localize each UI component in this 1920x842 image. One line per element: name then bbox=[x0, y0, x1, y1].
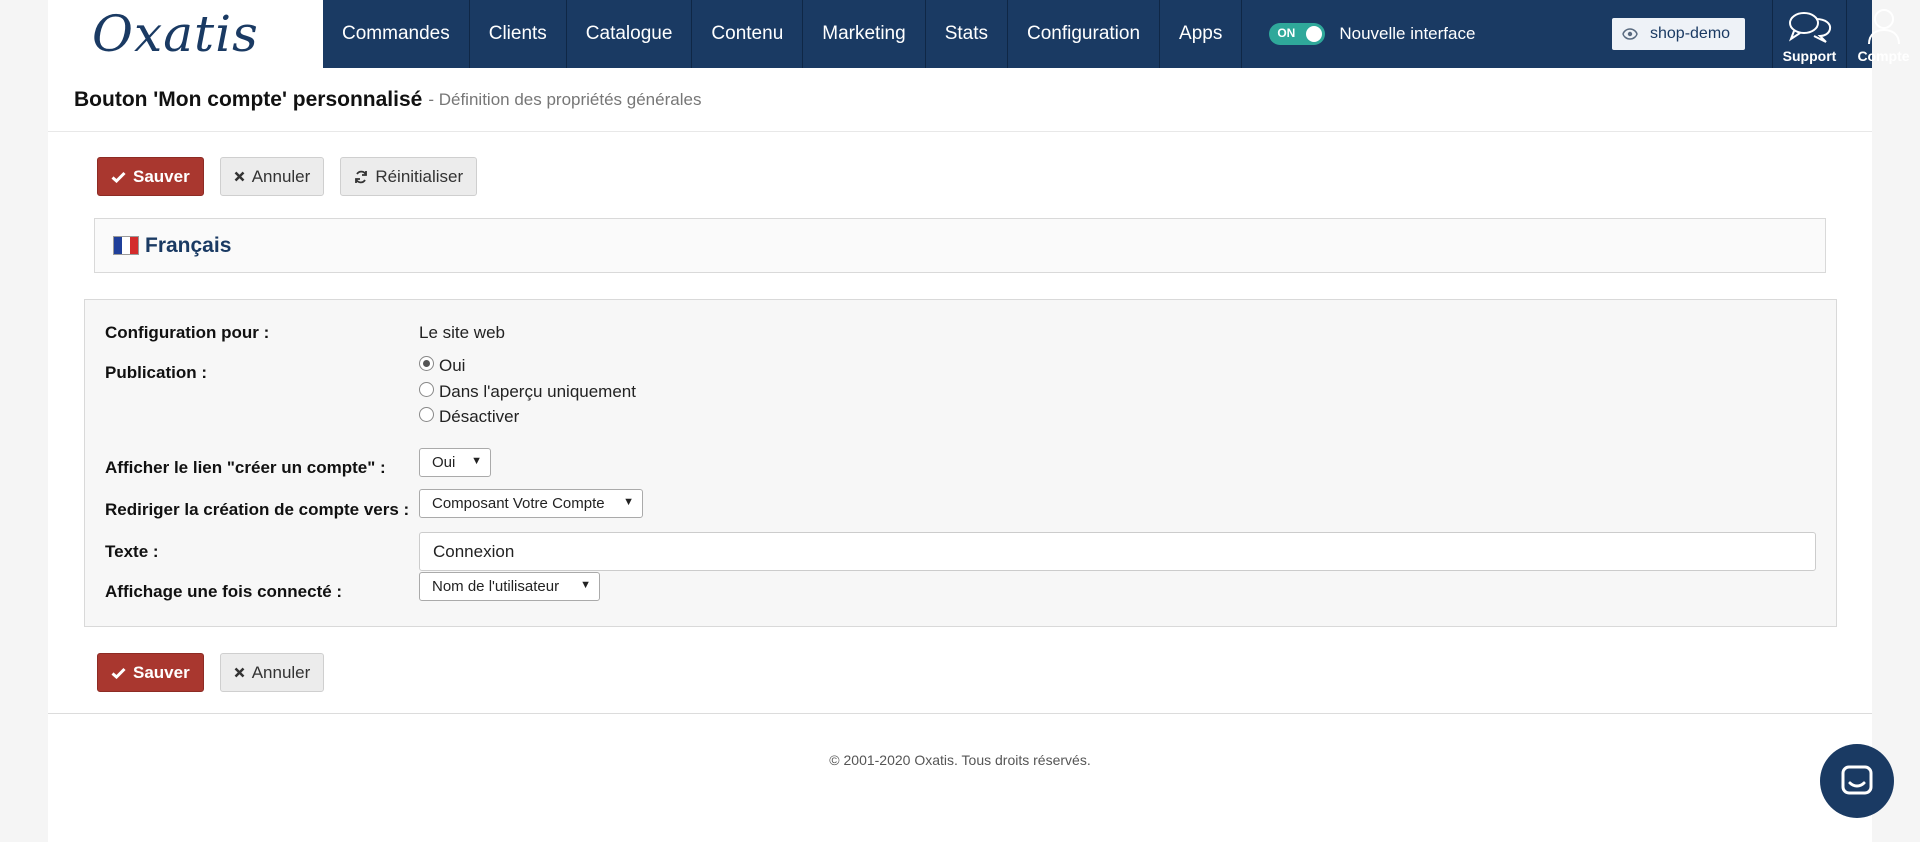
publication-option-label: Désactiver bbox=[439, 407, 520, 426]
close-icon bbox=[234, 667, 245, 678]
publication-option-preview[interactable]: Dans l'aperçu uniquement bbox=[419, 381, 636, 402]
radio-oui[interactable] bbox=[419, 355, 434, 371]
user-icon bbox=[1867, 9, 1900, 45]
redirect-select[interactable]: Composant Votre Compte ▼ bbox=[419, 489, 643, 518]
logo-text: Oxatis bbox=[92, 5, 259, 63]
account-link[interactable]: Compte bbox=[1846, 0, 1920, 68]
top-bar: Oxatis Commandes Clients Catalogue Conte… bbox=[48, 0, 1910, 68]
cancel-button-bottom[interactable]: Annuler bbox=[219, 653, 325, 692]
chat-widget-button[interactable] bbox=[1820, 744, 1894, 818]
save-button-label: Sauver bbox=[133, 662, 190, 682]
chat-bubbles-icon bbox=[1788, 12, 1831, 43]
save-button-bottom[interactable]: Sauver bbox=[97, 653, 204, 692]
redirect-label: Rediriger la création de compte vers : bbox=[105, 500, 410, 519]
main-nav: Commandes Clients Catalogue Contenu Mark… bbox=[323, 0, 1910, 68]
reset-button-label: Réinitialiser bbox=[375, 166, 464, 186]
toggle-label: Nouvelle interface bbox=[1339, 24, 1476, 43]
page-header: Bouton 'Mon compte' personnalisé - Défin… bbox=[48, 68, 1872, 132]
check-icon bbox=[111, 667, 126, 679]
reset-button[interactable]: Réinitialiser bbox=[340, 157, 478, 196]
eye-icon bbox=[1622, 28, 1638, 40]
page: Oxatis Commandes Clients Catalogue Conte… bbox=[48, 0, 1910, 842]
display-value: Nom de l'utilisateur bbox=[432, 578, 560, 595]
nav-configuration[interactable]: Configuration bbox=[1008, 0, 1161, 68]
publication-option-oui[interactable]: Oui bbox=[419, 355, 466, 376]
settings-form: Configuration pour : Le site web Publica… bbox=[84, 299, 1837, 627]
language-section: Français bbox=[94, 218, 1826, 273]
nav-utilities: Support Compte bbox=[1772, 0, 1920, 68]
chat-icon bbox=[1841, 765, 1873, 795]
redirect-value: Composant Votre Compte bbox=[432, 495, 605, 512]
config-value: Le site web bbox=[419, 323, 505, 342]
bottom-action-bar: Sauver Annuler bbox=[97, 653, 325, 692]
page-title: Bouton 'Mon compte' personnalisé bbox=[74, 87, 423, 111]
caret-down-icon: ▼ bbox=[580, 579, 591, 591]
text-label: Texte : bbox=[105, 542, 159, 561]
footer-divider bbox=[48, 713, 1872, 714]
page-subtitle: - Définition des propriétés générales bbox=[428, 89, 702, 109]
radio-preview[interactable] bbox=[419, 381, 434, 397]
nav-contenu[interactable]: Contenu bbox=[692, 0, 804, 68]
check-icon bbox=[111, 171, 126, 183]
toggle-state: ON bbox=[1277, 26, 1296, 40]
account-label: Compte bbox=[1857, 48, 1910, 64]
nav-clients[interactable]: Clients bbox=[470, 0, 567, 68]
france-flag-icon bbox=[113, 236, 139, 255]
text-input[interactable]: Connexion bbox=[419, 532, 1816, 571]
show-link-value: Oui bbox=[432, 454, 456, 471]
cancel-button-label: Annuler bbox=[251, 166, 311, 186]
caret-down-icon: ▼ bbox=[471, 455, 482, 467]
nav-catalogue[interactable]: Catalogue bbox=[567, 0, 693, 68]
support-label: Support bbox=[1782, 48, 1837, 64]
publication-option-disable[interactable]: Désactiver bbox=[419, 406, 520, 427]
top-action-bar: Sauver Annuler Réinitialiser bbox=[97, 157, 478, 196]
publication-option-label: Dans l'aperçu uniquement bbox=[439, 382, 636, 401]
save-button-label: Sauver bbox=[133, 166, 190, 186]
shop-preview-button[interactable]: shop-demo bbox=[1612, 18, 1745, 50]
toggle-knob bbox=[1306, 26, 1323, 42]
display-select[interactable]: Nom de l'utilisateur ▼ bbox=[419, 572, 600, 601]
nav-apps[interactable]: Apps bbox=[1160, 0, 1243, 68]
config-label: Configuration pour : bbox=[105, 323, 270, 342]
save-button[interactable]: Sauver bbox=[97, 157, 204, 196]
cancel-button[interactable]: Annuler bbox=[219, 157, 325, 196]
refresh-icon bbox=[354, 170, 368, 184]
cancel-button-label: Annuler bbox=[251, 662, 311, 682]
radio-disable[interactable] bbox=[419, 406, 434, 422]
nav-marketing[interactable]: Marketing bbox=[803, 0, 926, 68]
show-link-select[interactable]: Oui ▼ bbox=[419, 448, 491, 477]
new-interface-toggle-area: ON Nouvelle interface bbox=[1242, 0, 1535, 68]
new-interface-toggle[interactable]: ON bbox=[1269, 23, 1326, 45]
support-link[interactable]: Support bbox=[1772, 0, 1846, 68]
shop-name: shop-demo bbox=[1650, 25, 1731, 42]
oxatis-logo[interactable]: Oxatis bbox=[92, 0, 322, 68]
footer-copyright: © 2001-2020 Oxatis. Tous droits réservés… bbox=[829, 752, 1091, 768]
publication-option-label: Oui bbox=[439, 356, 466, 375]
display-label: Affichage une fois connecté : bbox=[105, 582, 343, 601]
publication-label: Publication : bbox=[105, 363, 207, 382]
show-link-label: Afficher le lien "créer un compte" : bbox=[105, 458, 386, 477]
close-icon bbox=[234, 171, 245, 182]
nav-stats[interactable]: Stats bbox=[926, 0, 1008, 68]
text-input-value: Connexion bbox=[433, 541, 515, 561]
language-label[interactable]: Français bbox=[145, 234, 231, 258]
nav-commandes[interactable]: Commandes bbox=[323, 0, 470, 68]
caret-down-icon: ▼ bbox=[623, 496, 634, 508]
